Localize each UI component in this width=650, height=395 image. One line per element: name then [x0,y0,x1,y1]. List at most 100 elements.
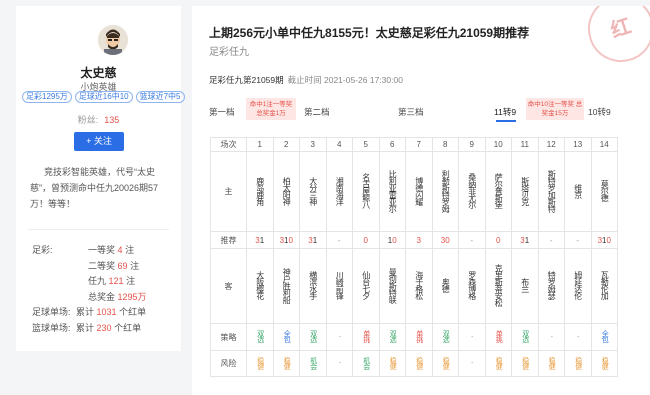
guest-team[interactable]: 神户胜利船 [281,268,291,303]
recommend-label: 推荐 [210,231,247,249]
avatar[interactable] [98,25,128,55]
strategy-tag: - [468,333,476,340]
home-team[interactable]: 比利亚雷亚尔 [387,170,397,212]
home-team[interactable]: 大分三神 [308,177,318,205]
article-title: 上期256元小单中任九8155元！太史慈足彩任九21059期推荐 [209,26,530,40]
guest-team[interactable]: 海于格松 [414,271,424,299]
risk-tag: 机会 [362,356,370,369]
guest-team[interactable]: 瓦勒伦加 [599,271,609,299]
guest-team[interactable]: 横滨水手 [308,271,318,299]
tab-11to9[interactable]: 11转9 [494,106,516,118]
stat-row: 足彩: 一等奖 4 注 [32,245,135,255]
recommendation: 3 [417,236,421,245]
rec-digit: 0 [606,235,611,245]
risk-tag: 稳健 [442,356,450,369]
strategy-row: 策略 双选 全包 双选 - 单挑 双选 单挑 双选 - 单挑 双选 - - 全包 [210,323,618,351]
recommendation: - [576,235,580,245]
period-number: 足彩任九第21059期 [209,75,284,85]
strategy-tag: 双选 [389,330,397,342]
risk-row: 风险 稳健 稳健 机会 - 机会 稳健 稳健 稳健 - 稳健 稳健 稳健 稳健 稳健 [210,350,618,377]
strategy-tag: - [574,333,582,340]
strategy-tag: - [548,333,556,340]
deadline: 截止时间 2021-05-26 17:30:00 [287,75,403,85]
author-name[interactable]: 太史慈 [16,64,181,81]
match-table: 场次 1 2 3 4 5 6 7 8 9 10 11 12 13 14 主鹿岛鹿角 柏太阳神 大分三神 湘南海洋名… [210,137,618,377]
fans-label: 粉丝: [77,115,99,125]
home-team[interactable]: 斯特罗加斯特 [546,170,556,212]
risk-tag: 稳健 [415,356,423,369]
guest-team[interactable]: 曼彻斯特联 [387,268,397,303]
match-number: 3 [310,140,315,149]
risk-tag: 稳健 [601,356,609,369]
home-team[interactable]: 博德闪耀 [414,177,424,205]
risk-tag: 机会 [309,356,317,369]
tab-tier-1[interactable]: 第一档 [209,106,235,118]
match-number: 7 [416,140,421,149]
risk-tag: 稳健 [495,356,503,369]
guest-team[interactable]: 大阪樱花 [255,271,265,299]
tab-10to9[interactable]: 10转9 [588,106,611,118]
stat-row: 任九 121 注 [88,276,136,286]
divider [28,229,169,230]
home-team[interactable]: 利勒斯特罗姆 [440,170,450,212]
home-team[interactable]: 斯塔贝克 [520,177,530,205]
rec-digit: 0 [392,235,397,245]
author-intro: 竞技彩智能英雄，代号“太史慈”，曾预测命中任九20026期57万！等等！ [30,167,159,209]
home-team[interactable]: 鹿岛鹿角 [255,177,265,205]
badge-football-lottery: 足彩1295万 [22,91,72,103]
stat-row: 篮球单场: 累计 230 个红单 [32,322,142,333]
stat-row: 二等奖 69 注 [88,260,140,271]
rec-digit: 1 [524,235,530,245]
active-tab-indicator [496,120,516,122]
match-number: 4 [337,140,342,149]
home-team[interactable]: 莫尔德 [599,180,609,201]
guest-team[interactable]: 布兰 [520,278,530,292]
match-number: 9 [469,140,474,149]
guest-team[interactable]: 仙台七夕 [361,271,371,299]
home-team[interactable]: 维京 [573,184,583,198]
guest-team[interactable]: 特罗姆瑟 [546,271,556,299]
tab-tier-2[interactable]: 第二档 [304,106,330,118]
home-team[interactable]: 萨尔普斯堡 [493,173,503,208]
article-category[interactable]: 足彩任九 [209,43,249,58]
match-number: 14 [599,140,609,149]
home-team[interactable]: 名古屋鲸八 [361,173,371,208]
strategy-tag: 单挑 [415,330,423,342]
match-number: 10 [493,140,503,149]
home-team[interactable]: 桑纳菲尤尔 [467,173,477,208]
match-number: 2 [284,140,289,149]
rec-digit: 0 [496,235,501,245]
match-number: 6 [390,140,395,149]
article-panel: 红 上期256元小单中任九8155元！太史慈足彩任九21059期推荐 足彩任九 … [192,6,650,395]
match-number: 1 [257,140,262,149]
guest-team[interactable]: 奥德 [440,278,450,292]
strategy-tag: 双选 [521,330,529,342]
rec-digit: 0 [363,235,368,245]
badge-list: 足彩1295万 足球近16中10 篮球近7中5 [22,91,185,103]
red-stamp-icon: 红 [579,6,650,71]
rec-digit: 0 [445,235,450,245]
guest-team[interactable]: 姆延达伦 [573,271,583,299]
guest-row: 客大阪樱花 神户胜利船 横滨水手 川崎前锋 仙台七夕 曼彻斯特联 海于格松 奥德 罗森博格 克里斯… [210,248,618,324]
guest-team[interactable]: 罗森博格 [467,271,477,299]
recommendation: 31 [308,236,317,245]
recommendation: 31 [255,236,264,245]
tier-1-tip: 命中1注一等奖 总奖金1万 [246,98,296,120]
tab-tier-3[interactable]: 第三档 [398,106,424,118]
home-label: 主 [210,151,247,232]
home-row: 主鹿岛鹿角 柏太阳神 大分三神 湘南海洋 名古屋鲸八 比利亚雷亚尔 博德闪耀 利勒斯特罗姆 桑纳… [210,151,618,232]
follow-button[interactable]: + 关注 [74,132,124,151]
rec-digit: 3 [416,235,421,245]
strategy-tag: - [336,333,344,340]
badge-basketball-record: 篮球近7中5 [135,91,185,103]
guest-team[interactable]: 川崎前锋 [334,271,344,299]
table-header-row: 场次 1 2 3 4 5 6 7 8 9 10 11 12 13 14 [210,137,618,152]
home-team[interactable]: 湘南海洋 [334,177,344,205]
guest-team[interactable]: 克里斯蒂安松 [493,264,503,306]
recommendation: 31 [520,236,529,245]
strategy-tag: 单挑 [495,330,503,342]
risk-tag: - [468,360,476,366]
strategy-tag: 全包 [601,330,609,342]
badge-football-record: 足球近16中10 [74,91,133,103]
home-team[interactable]: 柏太阳神 [281,177,291,205]
